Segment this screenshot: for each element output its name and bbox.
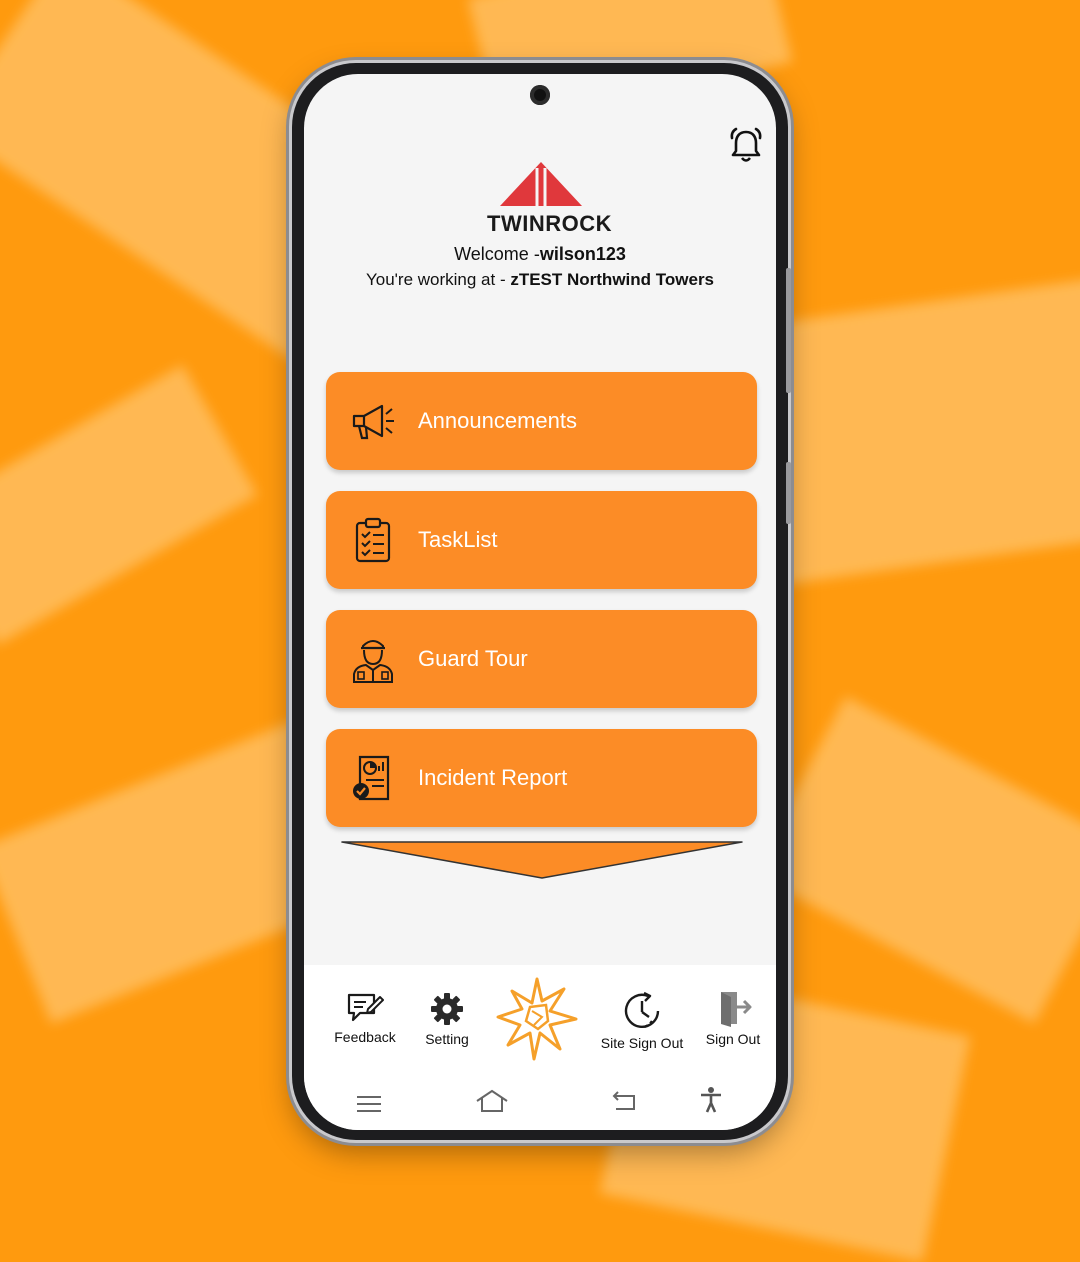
site-sign-out-button[interactable]: Site Sign Out: [596, 991, 688, 1051]
menu-icon[interactable]: [356, 1094, 382, 1114]
sign-out-icon: [721, 992, 752, 1027]
volume-button: [786, 268, 791, 393]
twinrock-logo: TWINROCK: [487, 162, 611, 236]
bell-icon[interactable]: [726, 126, 766, 166]
home-logo-button[interactable]: [494, 975, 580, 1063]
gear-icon: [431, 993, 463, 1025]
feedback-button[interactable]: Feedback: [330, 991, 400, 1045]
report-icon: [353, 755, 390, 801]
announcements-label: Announcements: [418, 408, 577, 433]
clock-icon: [624, 991, 660, 1029]
logo-triangle-icon: [500, 162, 582, 206]
tasklist-label: TaskList: [418, 527, 498, 552]
feedback-icon: [347, 993, 384, 1022]
incident-report-button[interactable]: Incident Report: [326, 729, 757, 827]
clipboard-icon: [355, 517, 391, 563]
power-button: [786, 462, 791, 524]
scroll-down-arrow[interactable]: [340, 840, 744, 880]
background-shape: [0, 365, 258, 645]
background-shape: [743, 274, 1080, 586]
sign-out-button[interactable]: Sign Out: [700, 989, 766, 1047]
site-name: zTEST Northwind Towers: [510, 270, 715, 289]
accessibility-icon[interactable]: [699, 1086, 723, 1114]
tasklist-button[interactable]: TaskList: [326, 491, 757, 589]
home-icon[interactable]: [475, 1089, 509, 1113]
welcome-prefix: Welcome -: [454, 244, 540, 264]
app-screen: TWINROCK Welcome -wilson123 You're worki…: [304, 74, 776, 1130]
lightning-logo-icon: [496, 977, 578, 1061]
megaphone-icon: [352, 404, 394, 440]
setting-label: Setting: [425, 1031, 469, 1047]
welcome-text: Welcome -wilson123: [304, 244, 776, 265]
setting-button[interactable]: Setting: [414, 991, 480, 1047]
incident-report-label: Incident Report: [418, 765, 568, 790]
feedback-label: Feedback: [334, 1029, 396, 1045]
announcements-button[interactable]: Announcements: [326, 372, 757, 470]
brand-name: TWINROCK: [487, 211, 612, 236]
guard-tour-label: Guard Tour: [418, 646, 528, 671]
username: wilson123: [539, 244, 626, 264]
site-sign-out-label: Site Sign Out: [600, 1035, 684, 1051]
sign-out-label: Sign Out: [705, 1031, 761, 1047]
guard-icon: [353, 640, 393, 683]
background-shape: [751, 696, 1080, 1024]
working-at-text: You're working at - zTEST Northwind Towe…: [304, 270, 776, 290]
back-icon[interactable]: [610, 1090, 638, 1112]
guard-tour-button[interactable]: Guard Tour: [326, 610, 757, 708]
front-camera: [530, 85, 550, 105]
working-prefix: You're working at -: [365, 270, 511, 289]
